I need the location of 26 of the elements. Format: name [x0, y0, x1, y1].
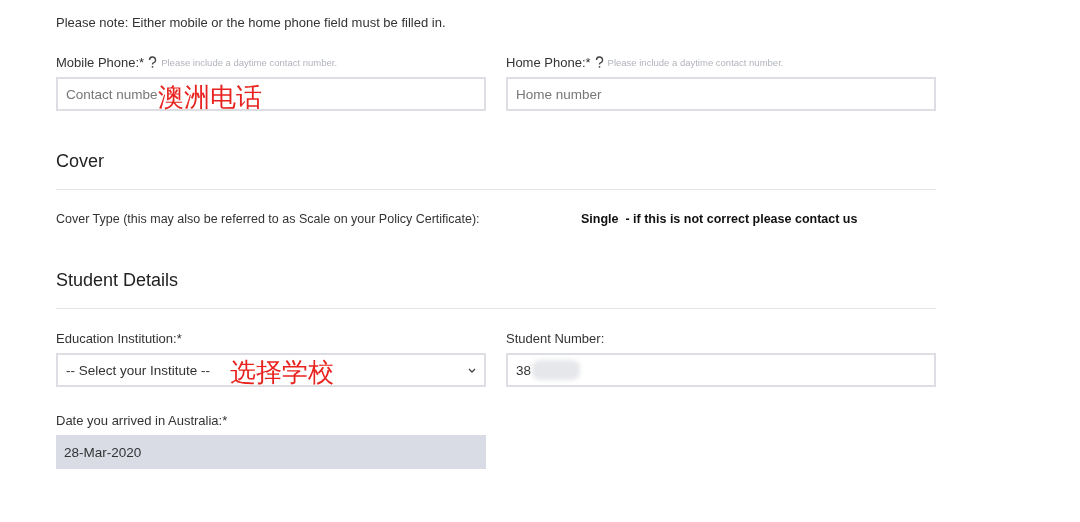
annotation-text: 选择学校	[230, 359, 334, 385]
field-label: Education Institution:*	[56, 330, 182, 346]
field-placeholder: Home number	[516, 86, 602, 102]
student-number-field[interactable]: 38	[506, 353, 936, 387]
field-label: Mobile Phone:*	[56, 54, 145, 70]
cover-type-label: Cover Type (this may also be referred to as Scale on your Policy Certificate):	[56, 212, 481, 226]
section-heading: Student Details	[56, 270, 936, 309]
phone-input-field[interactable]: Home number	[506, 77, 936, 111]
help-icon	[594, 56, 604, 68]
field-placeholder: Contact numbe	[66, 86, 158, 102]
field-hint: Please include a daytime contact number.	[607, 56, 784, 68]
institution-select[interactable]: -- Select your Institute -- 选择学校	[56, 353, 486, 387]
section-heading: Cover	[56, 151, 936, 190]
blur-mask	[532, 360, 581, 380]
field-label: Home Phone:*	[506, 54, 591, 70]
cover-type-value: Single - if this is not correct please contact us	[581, 212, 858, 226]
field-label: Student Number:	[506, 330, 605, 346]
caret-icon	[468, 367, 476, 373]
field-value: 28-Mar-2020	[64, 444, 142, 460]
help-icon	[148, 56, 158, 68]
annotation-text: 澳洲电话	[158, 84, 262, 110]
field-value: 38	[516, 362, 532, 378]
field-hint: Please include a daytime contact number.	[161, 56, 338, 68]
select-value: -- Select your Institute --	[66, 362, 211, 378]
form-note: Please note: Either mobile or the home phone field must be filled in.	[56, 15, 447, 32]
field-label: Date you arrived in Australia:*	[56, 412, 228, 428]
